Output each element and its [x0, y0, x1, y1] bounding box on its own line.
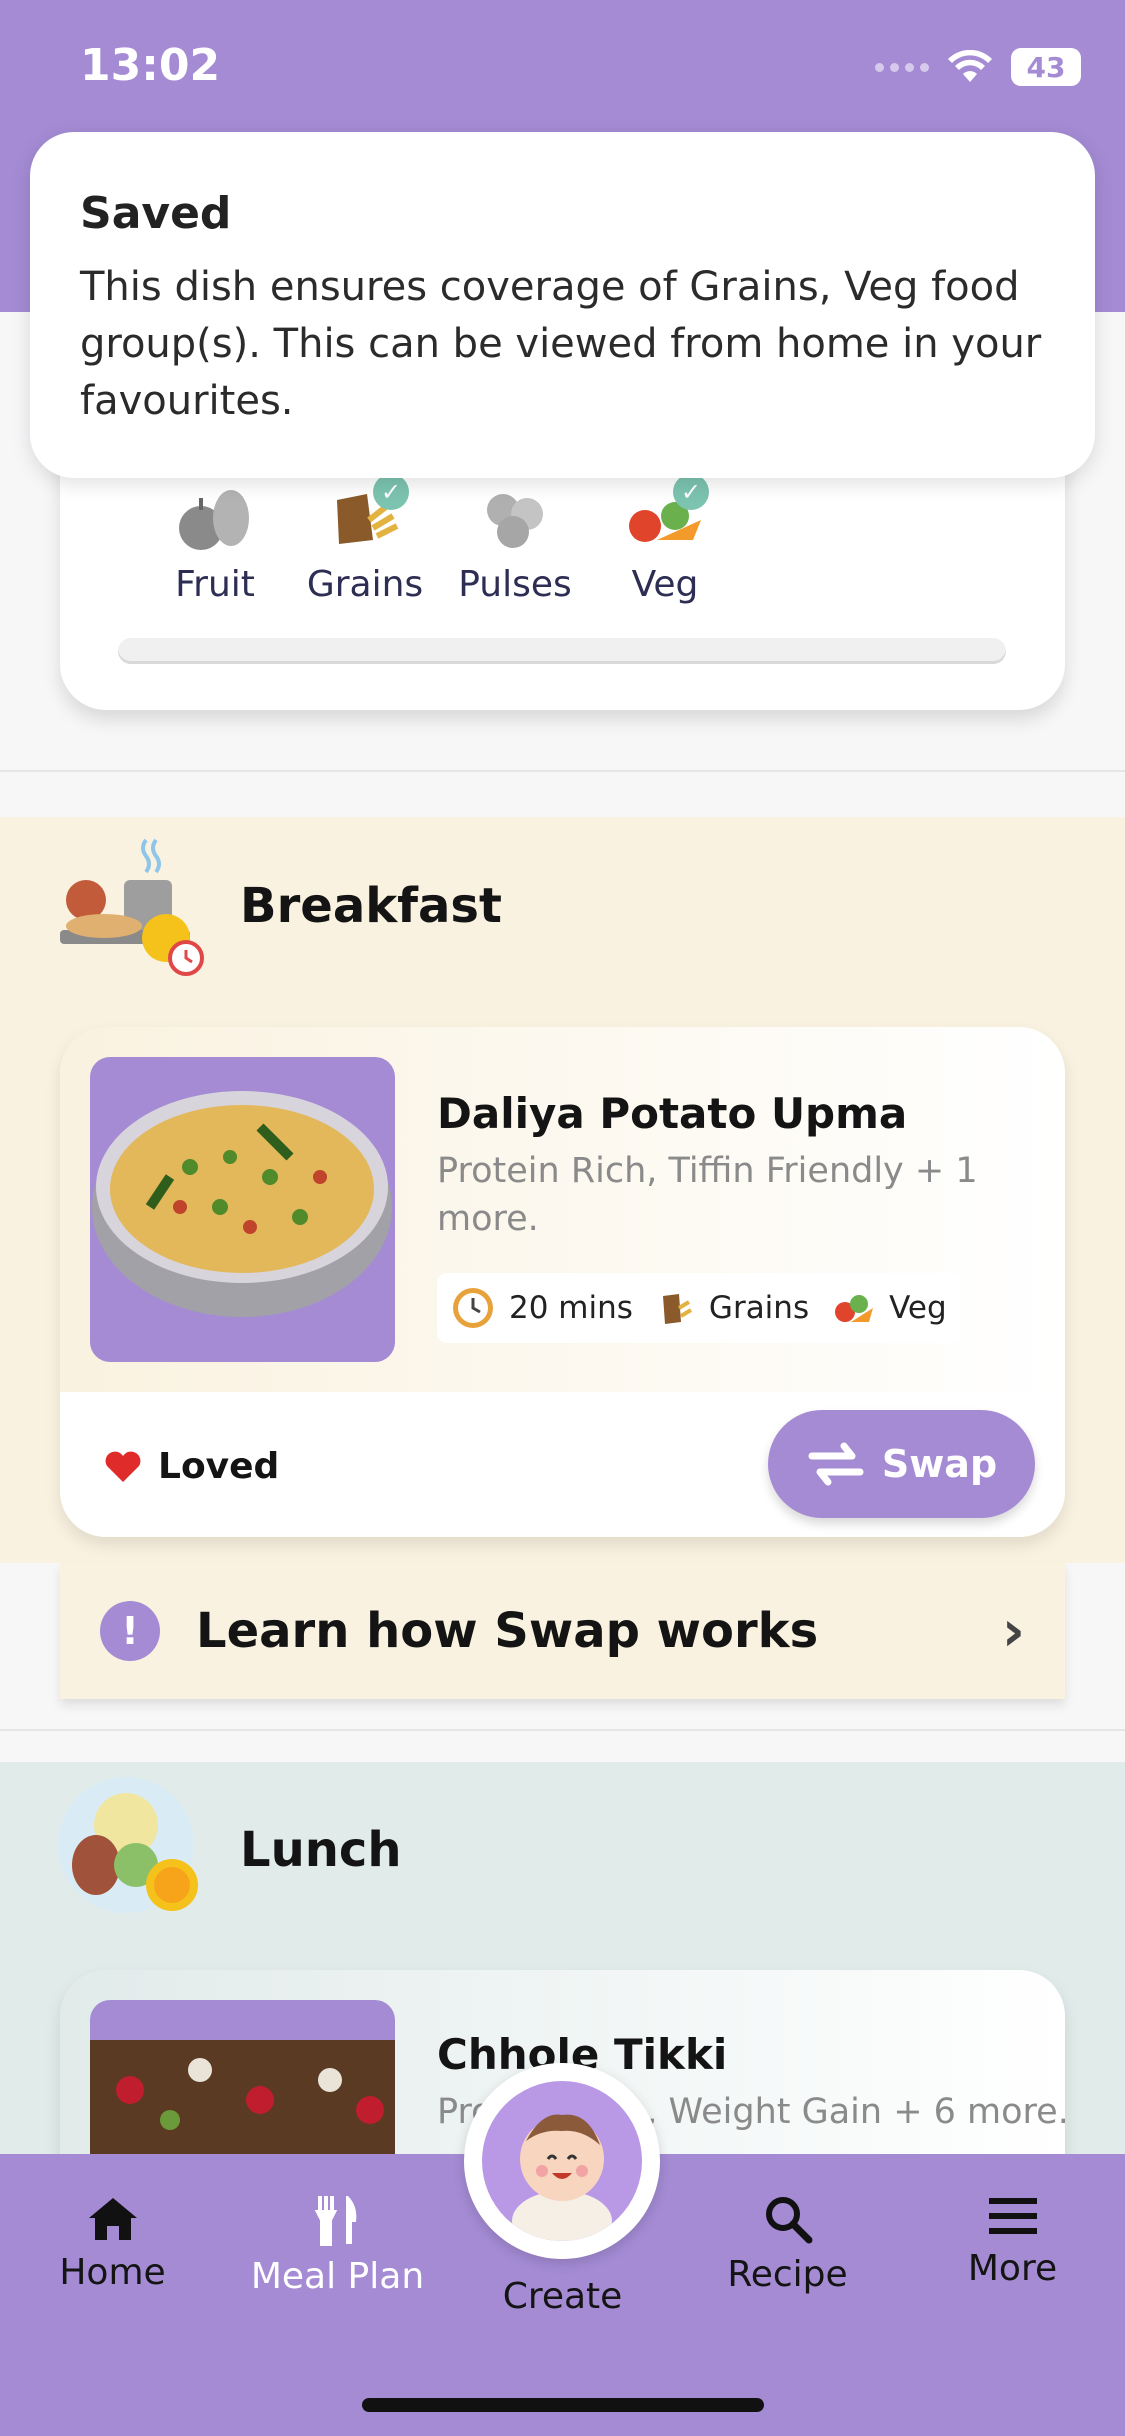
meal-tags: Protein Rich, Tiffin Friendly + 1 more. — [437, 1151, 978, 1239]
swap-label: Swap — [881, 1442, 998, 1486]
wifi-icon — [948, 50, 992, 82]
tab-label: Create — [502, 2276, 623, 2317]
toast-message: This dish ensures coverage of Grains, Ve… — [80, 264, 1042, 424]
tab-label: Meal Plan — [250, 2256, 425, 2297]
clock-icon — [453, 1288, 493, 1328]
info-icon: ! — [100, 1601, 160, 1661]
food-group-fruit: Fruit — [140, 480, 290, 605]
pulses-icon — [487, 494, 543, 548]
cook-time: 20 mins — [509, 1290, 633, 1326]
food-group-progress-bar — [118, 638, 1006, 664]
tab-meal-plan[interactable]: Meal Plan — [225, 2194, 450, 2297]
search-icon — [765, 2197, 812, 2244]
breakfast-title: Breakfast — [240, 878, 502, 934]
check-icon: ✓ — [673, 474, 709, 510]
tab-label: Home — [59, 2252, 166, 2293]
grains-chip: Grains — [655, 1288, 809, 1328]
food-group-label: Pulses — [458, 564, 572, 605]
grains-icon — [662, 1294, 692, 1324]
tab-more[interactable]: More — [900, 2194, 1125, 2289]
tab-label: More — [967, 2248, 1058, 2289]
breakfast-icon — [60, 838, 204, 976]
status-time: 13:02 — [80, 40, 221, 91]
loved-indicator[interactable]: Loved — [104, 1446, 279, 1487]
meal-image[interactable] — [90, 1057, 395, 1362]
meal-info-chips: 20 mins Grains Veg — [437, 1273, 961, 1343]
food-group-label: Fruit — [175, 564, 255, 605]
group-label: Grains — [708, 1290, 810, 1326]
home-indicator — [362, 2398, 764, 2412]
battery-icon: 43 — [1011, 48, 1081, 86]
baby-avatar-icon — [482, 2081, 642, 2241]
divider — [0, 770, 1125, 772]
upma-bowl-image — [92, 1091, 392, 1317]
food-group-row: Fruit ✓ Grains Pulses ✓ Veg — [140, 474, 740, 605]
food-group-grains: ✓ Grains — [290, 474, 440, 605]
menu-icon — [988, 2198, 1037, 2234]
fork-knife-icon — [314, 2196, 356, 2246]
heart-icon — [105, 1451, 141, 1482]
meal-card-footer: Loved Swap — [60, 1392, 1065, 1537]
loved-label: Loved — [158, 1446, 280, 1487]
tab-create[interactable]: Create — [450, 2266, 675, 2317]
lunch-icon — [58, 1777, 198, 1913]
fruit-icon — [179, 490, 249, 550]
tab-home[interactable]: Home — [0, 2194, 225, 2293]
check-icon: ✓ — [373, 474, 409, 510]
swap-icon — [808, 1442, 864, 1486]
learn-swap-banner[interactable]: ! Learn how Swap works › — [60, 1563, 1065, 1699]
divider — [0, 1729, 1125, 1731]
cook-time-chip: 20 mins — [451, 1286, 633, 1330]
breakfast-meal-card[interactable]: Daliya Potato Upma Protein Rich, Tiffin … — [60, 1027, 1065, 1537]
food-group-veg: ✓ Veg — [590, 474, 740, 605]
home-icon — [88, 2198, 137, 2240]
chevron-right-icon: › — [1001, 1598, 1025, 1664]
create-button[interactable] — [464, 2063, 660, 2259]
food-group-label: Veg — [631, 564, 699, 605]
saved-toast[interactable]: Saved This dish ensures coverage of Grai… — [30, 132, 1095, 478]
toast-title: Saved — [80, 188, 232, 239]
learn-swap-label: Learn how Swap works — [196, 1603, 819, 1659]
veg-chip: Veg — [831, 1288, 947, 1328]
group-label: Veg — [889, 1290, 947, 1326]
meal-name[interactable]: Daliya Potato Upma — [437, 1089, 907, 1138]
tab-label: Recipe — [727, 2254, 848, 2295]
swap-button[interactable]: Swap — [768, 1410, 1035, 1518]
signal-icon — [875, 62, 929, 72]
veg-icon — [835, 1295, 874, 1322]
lunch-title: Lunch — [240, 1822, 402, 1878]
tab-recipe[interactable]: Recipe — [675, 2194, 900, 2295]
food-group-pulses: Pulses — [440, 480, 590, 605]
food-group-label: Grains — [306, 564, 424, 605]
status-icons: 43 — [875, 48, 1081, 86]
